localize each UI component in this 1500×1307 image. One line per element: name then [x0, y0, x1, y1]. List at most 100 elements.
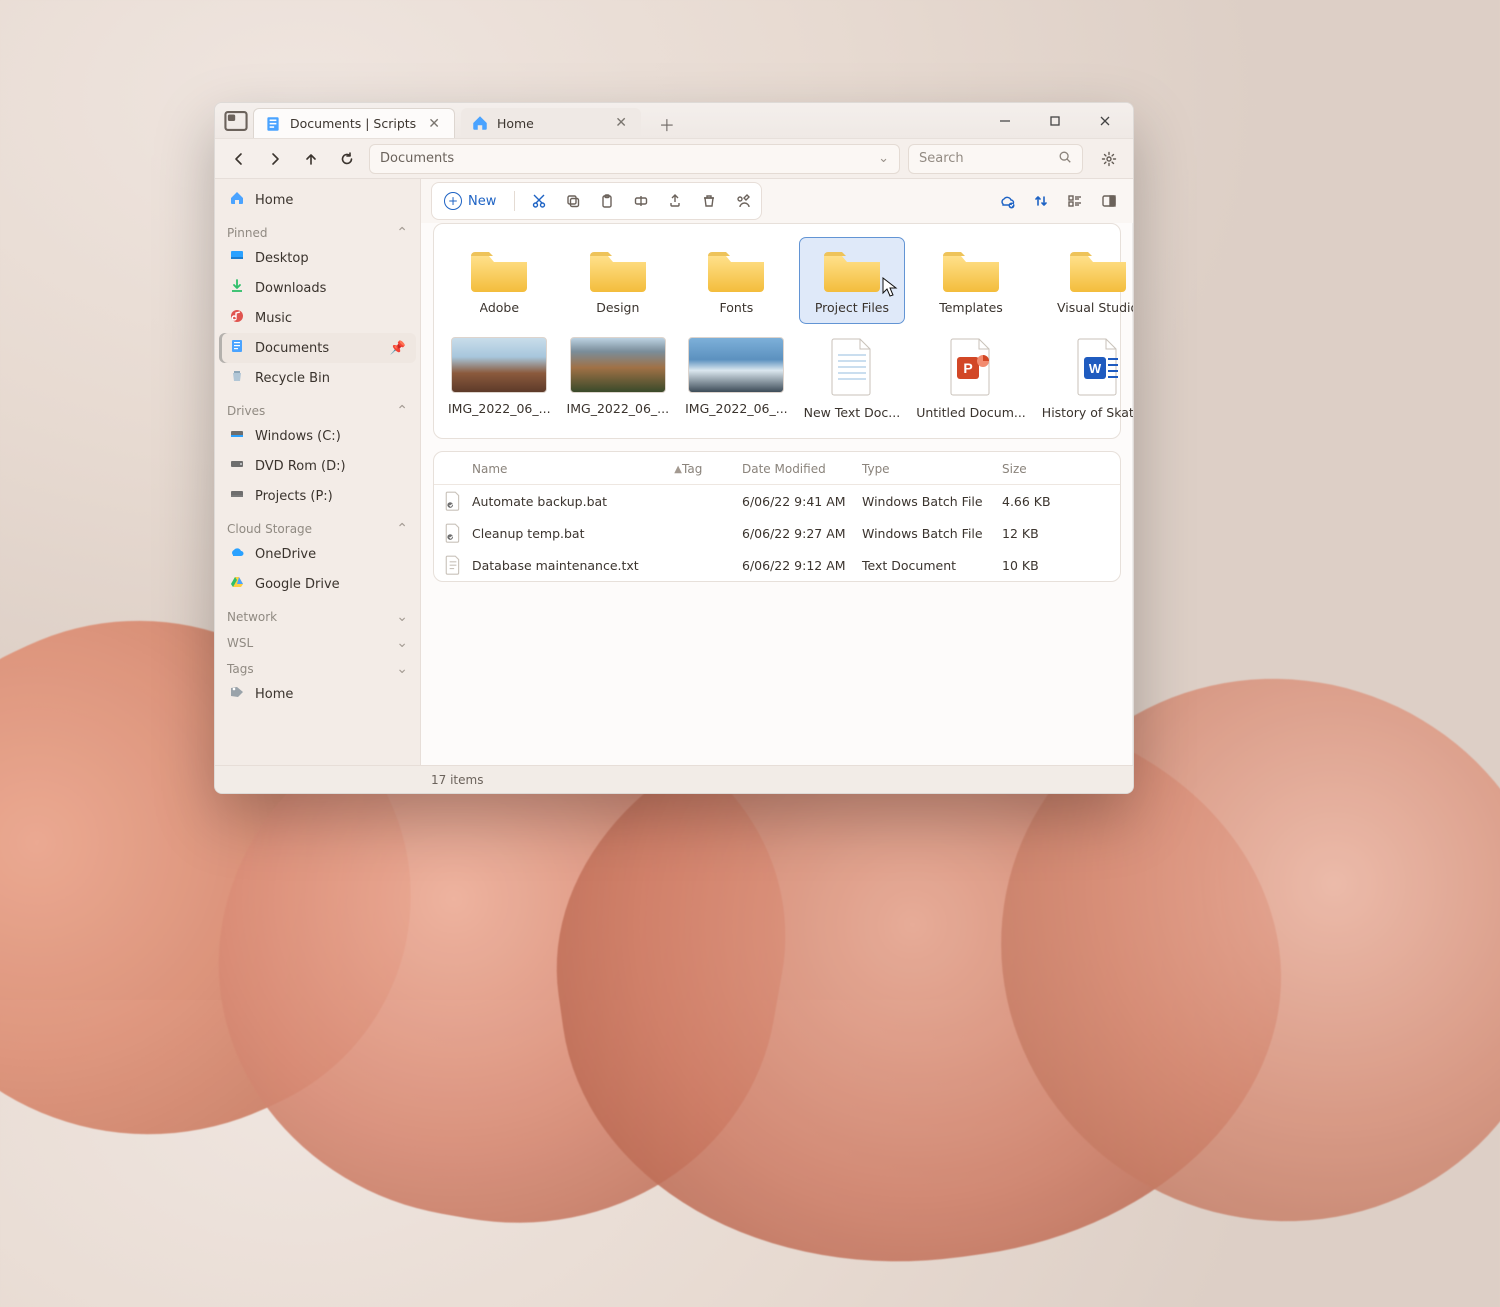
sidebar-item-desktop[interactable]: Desktop 📌 [219, 243, 416, 273]
sidebar-item-dvd-rom[interactable]: DVD Rom (D:) [219, 451, 416, 481]
folder-tile[interactable]: Fonts [681, 238, 792, 323]
sidebar-item-downloads[interactable]: Downloads 📌 [219, 273, 416, 303]
new-button[interactable]: + New [436, 188, 504, 214]
section-title: Network [227, 610, 277, 624]
tile-label: Adobe [480, 300, 520, 315]
tab-documents-scripts[interactable]: Documents | Scripts ✕ [253, 108, 455, 138]
folder-tile-selected[interactable]: Project Files [800, 238, 905, 323]
back-button[interactable] [225, 145, 253, 173]
tab-close-icon[interactable]: ✕ [611, 116, 631, 130]
sidebar-section-network[interactable]: Network ⌄ [227, 609, 408, 625]
header-name[interactable]: Name [472, 462, 507, 476]
sidebar-item-google-drive[interactable]: Google Drive [219, 569, 416, 599]
sidebar-section-cloud[interactable]: Cloud Storage ⌃ [227, 521, 408, 537]
preview-pane-icon[interactable] [1095, 187, 1123, 215]
share-icon[interactable] [661, 187, 689, 215]
image-thumb [451, 337, 547, 393]
forward-button[interactable] [261, 145, 289, 173]
rename-icon[interactable] [627, 187, 655, 215]
sidebar-item-recycle-bin[interactable]: Recycle Bin [219, 363, 416, 393]
main: + New [421, 179, 1133, 765]
status-count: 17 items [431, 773, 483, 787]
sidebar-section-drives[interactable]: Drives ⌃ [227, 403, 408, 419]
paste-icon[interactable] [593, 187, 621, 215]
tab-home[interactable]: Home ✕ [461, 108, 641, 138]
text-file-tile[interactable]: New Text Doc... [800, 329, 905, 428]
cloud-status-icon[interactable] [993, 187, 1021, 215]
search-placeholder: Search [919, 151, 964, 166]
sidebar-item-label: Desktop [255, 251, 309, 266]
folder-icon [467, 246, 531, 292]
image-tile[interactable]: IMG_2022_06_... [681, 329, 792, 428]
sidebar-item-onedrive[interactable]: OneDrive [219, 539, 416, 569]
compact-overlay-icon[interactable] [223, 108, 249, 134]
sidebar-section-tags[interactable]: Tags ⌄ [227, 661, 408, 677]
cell-type: Windows Batch File [862, 494, 1002, 509]
sidebar-item-music[interactable]: Music 📌 [219, 303, 416, 333]
header-type[interactable]: Type [862, 462, 1002, 476]
header-tag[interactable]: Tag [682, 462, 742, 476]
list-item[interactable]: Cleanup temp.bat 6/06/22 9:27 AM Windows… [434, 517, 1120, 549]
svg-text:W: W [1088, 361, 1101, 376]
chevron-down-icon[interactable]: ⌄ [878, 151, 889, 166]
folder-icon [704, 246, 768, 292]
sidebar-item-documents[interactable]: Documents 📌 [219, 333, 416, 363]
refresh-button[interactable] [333, 145, 361, 173]
bat-file-icon [444, 523, 462, 543]
sidebar-home-label: Home [255, 193, 293, 208]
sort-icon[interactable] [1027, 187, 1055, 215]
header-modified[interactable]: Date Modified [742, 462, 862, 476]
folder-tile[interactable]: Templates [912, 238, 1030, 323]
minimize-button[interactable] [983, 107, 1027, 135]
chevron-up-icon: ⌃ [396, 225, 408, 241]
status-bar: 17 items [215, 765, 1133, 793]
navigation-toolbar: Documents ⌄ Search [215, 139, 1133, 179]
text-document-icon [826, 337, 878, 397]
sidebar-section-pinned[interactable]: Pinned ⌃ [227, 225, 408, 241]
list-item[interactable]: Automate backup.bat 6/06/22 9:41 AM Wind… [434, 485, 1120, 517]
folder-icon [939, 246, 1003, 292]
onedrive-icon [229, 544, 245, 564]
maximize-button[interactable] [1033, 107, 1077, 135]
sidebar-home[interactable]: Home [219, 185, 416, 215]
folder-tile[interactable]: Design [563, 238, 674, 323]
powerpoint-tile[interactable]: P Untitled Docum... [912, 329, 1030, 428]
image-tile[interactable]: IMG_2022_06_... [563, 329, 674, 428]
cut-icon[interactable] [525, 187, 553, 215]
word-tile[interactable]: W History of Skate... [1038, 329, 1133, 428]
properties-icon[interactable] [729, 187, 757, 215]
folder-tile[interactable]: Adobe [444, 238, 555, 323]
folder-tile[interactable]: Visual Studio [1038, 238, 1133, 323]
header-size[interactable]: Size [1002, 462, 1102, 476]
plus-icon: + [444, 192, 462, 210]
tile-label: Project Files [815, 300, 889, 315]
sidebar-item-label: DVD Rom (D:) [255, 459, 346, 474]
layout-icon[interactable] [1061, 187, 1089, 215]
txt-file-icon [444, 555, 462, 575]
actions-group: + New [431, 182, 762, 220]
recycle-bin-icon [229, 368, 245, 388]
home-icon [471, 114, 489, 132]
image-thumb [570, 337, 666, 393]
cell-size: 4.66 KB [1002, 494, 1102, 509]
cell-size: 10 KB [1002, 558, 1102, 573]
sidebar-item-windows-c[interactable]: Windows (C:) [219, 421, 416, 451]
list-item[interactable]: Database maintenance.txt 6/06/22 9:12 AM… [434, 549, 1120, 581]
address-bar[interactable]: Documents ⌄ [369, 144, 900, 174]
pin-icon[interactable]: 📌 [390, 341, 406, 356]
sidebar-item-projects-p[interactable]: Projects (P:) [219, 481, 416, 511]
sidebar-section-wsl[interactable]: WSL ⌄ [227, 635, 408, 651]
close-button[interactable] [1083, 107, 1127, 135]
up-button[interactable] [297, 145, 325, 173]
copy-icon[interactable] [559, 187, 587, 215]
image-tile[interactable]: IMG_2022_06_... [444, 329, 555, 428]
tab-close-icon[interactable]: ✕ [424, 117, 444, 131]
drive-icon [229, 486, 245, 506]
new-tab-button[interactable]: ＋ [653, 110, 681, 138]
settings-icon[interactable] [1095, 145, 1123, 173]
panels: Adobe Design Fonts Project Files [421, 223, 1133, 765]
sidebar-item-label: Google Drive [255, 577, 340, 592]
search-input[interactable]: Search [908, 144, 1083, 174]
delete-icon[interactable] [695, 187, 723, 215]
sidebar-tag-home[interactable]: Home [219, 679, 416, 709]
